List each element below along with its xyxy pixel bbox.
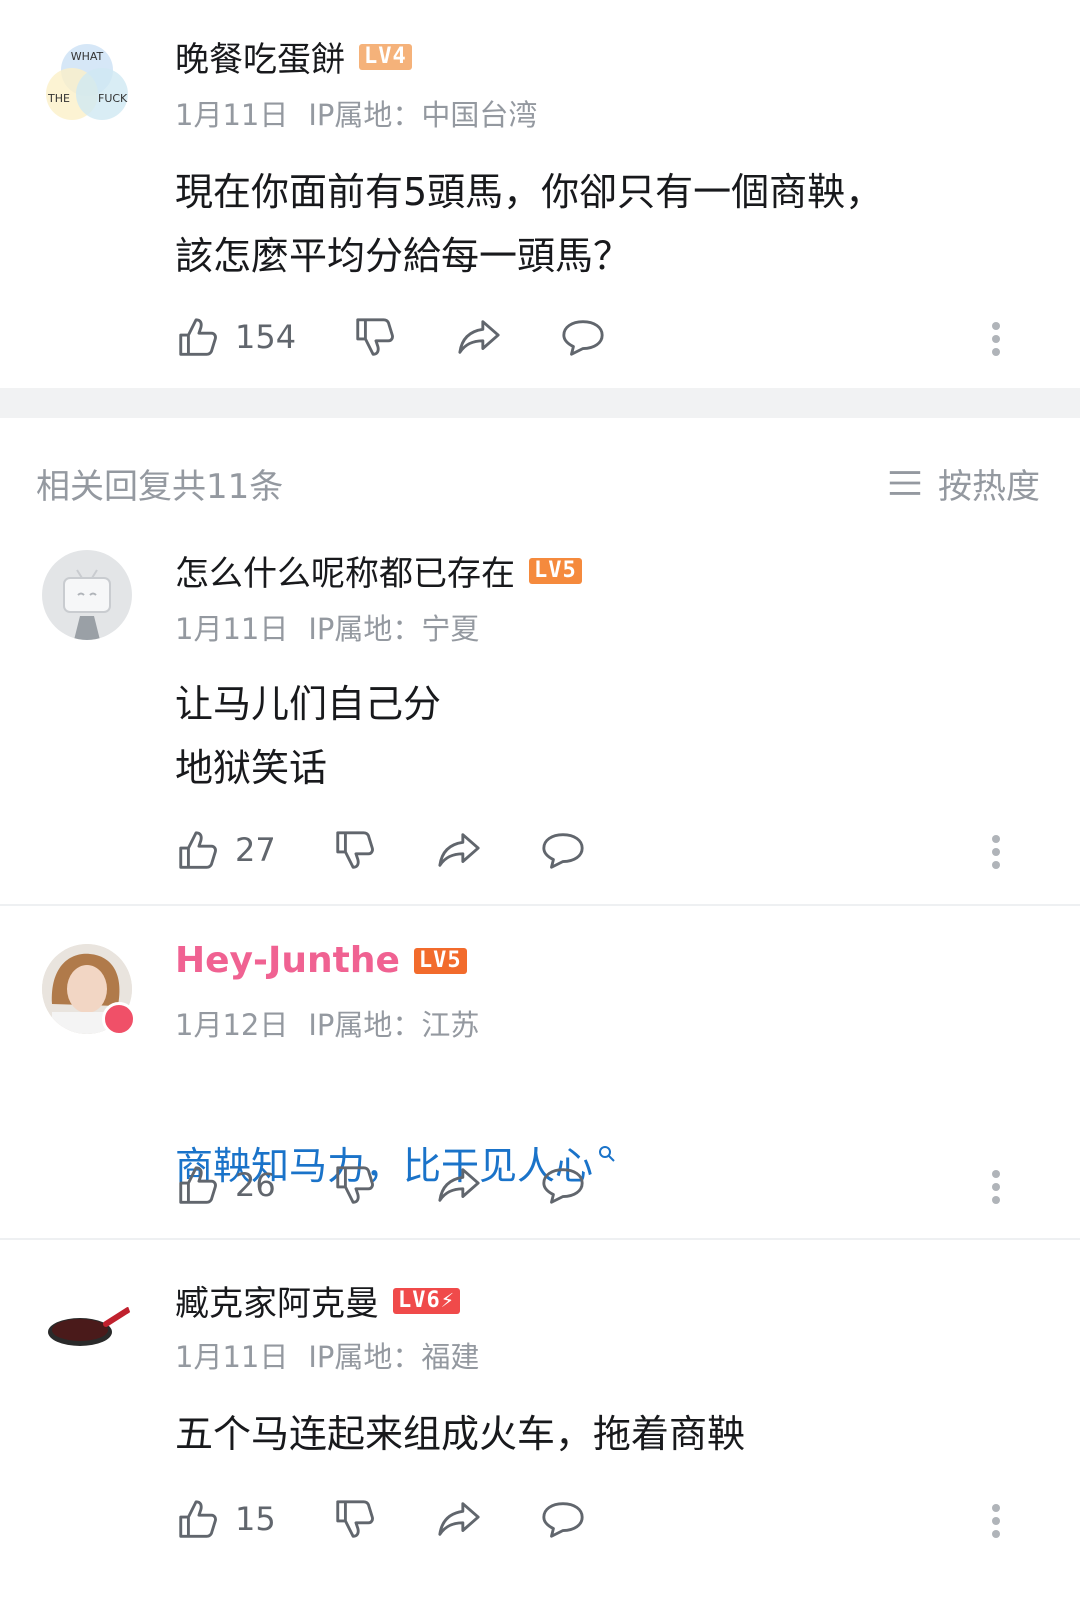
share-icon [458,320,500,354]
comment-content: 让马儿们自己分 地狱笑话 [175,682,442,790]
username-text: 晚餐吃蛋餅 [175,40,345,80]
action-bar: 15 [175,1494,586,1544]
username-text: 怎么什么呢称都已存在 [175,554,515,594]
dislike-icon [336,1500,374,1538]
like-button[interactable]: 26 [175,1162,276,1208]
reply-icon [562,320,604,356]
action-bar: 26 [175,1160,586,1210]
frying-pan-avatar-icon [48,1307,131,1346]
reply-button[interactable] [540,827,586,873]
comment-content: 現在你面前有5頭馬，你卻只有一個商鞅， 該怎麼平均分給每一頭馬？ [175,170,884,278]
more-button[interactable] [992,1499,1002,1543]
level-badge: LV6⚡ [393,1287,460,1314]
more-button[interactable] [992,830,1002,874]
section-divider [0,388,1080,418]
more-icon [992,1504,1000,1512]
like-count: 15 [235,1500,276,1538]
search-icon [599,1146,615,1162]
share-button[interactable] [456,314,502,360]
dislike-button[interactable] [332,827,378,873]
like-button[interactable]: 15 [175,1496,276,1542]
like-icon [179,318,217,356]
avatar[interactable]: WHAT THE FUCK [42,38,132,128]
reply-divider [0,1238,1080,1240]
more-icon [992,322,1000,330]
more-button[interactable] [992,317,1002,361]
more-icon [992,835,1000,843]
sort-icon [889,471,921,495]
level-badge: LV4 [359,43,412,70]
reply-button[interactable] [560,314,606,360]
like-icon [179,831,217,869]
share-icon [438,1168,480,1202]
like-icon [179,1166,217,1204]
more-button[interactable] [992,1165,1002,1209]
dislike-icon [356,318,394,356]
dislike-button[interactable] [332,1496,378,1542]
venn-avatar-icon: WHAT THE FUCK [46,44,128,120]
share-icon [438,1502,480,1536]
action-bar: 154 [175,312,606,362]
like-icon [179,1500,217,1538]
reply-icon [542,1168,584,1204]
action-bar: 27 [175,825,586,875]
reply-icon [542,1502,584,1538]
dislike-icon [336,831,374,869]
share-button[interactable] [436,827,482,873]
avatar[interactable] [42,1280,132,1370]
comment-content: 五个马连起来组成火车，拖着商鞅 [175,1412,746,1456]
username-text: 臧克家阿克曼 [175,1284,379,1324]
like-button[interactable]: 154 [175,314,296,360]
username[interactable]: Hey-Junthe LV5 [175,940,467,981]
comment-date: 1月11日 [175,1340,289,1374]
username-text: Hey-Junthe [175,940,400,981]
level-badge: LV5 [413,947,467,974]
default-tv-avatar-icon [63,569,111,640]
reply-button[interactable] [540,1496,586,1542]
sort-button[interactable]: 按热度 [886,459,1040,508]
like-button[interactable]: 27 [175,827,276,873]
ip-location: IP属地：福建 [308,1340,480,1374]
comment-date: 1月11日 [175,612,289,646]
like-count: 27 [235,831,276,869]
comment-meta: 1月11日 IP属地：宁夏 [175,606,499,648]
like-count: 154 [235,318,297,356]
like-count: 26 [235,1166,276,1204]
comment-date: 1月12日 [175,1008,289,1042]
comment-meta: 1月11日 IP属地：中国台湾 [175,92,557,134]
comment-meta: 1月11日 IP属地：福建 [175,1334,499,1376]
dislike-icon [336,1166,374,1204]
reply-icon [542,833,584,869]
sort-label: 按热度 [938,466,1040,507]
dislike-button[interactable] [352,314,398,360]
more-icon [992,1170,1000,1178]
svg-text:FUCK: FUCK [98,92,128,105]
comment-date: 1月11日 [175,98,289,132]
reply-button[interactable] [540,1162,586,1208]
level-badge: LV5 [529,557,582,584]
avatar[interactable] [42,550,132,640]
username[interactable]: 怎么什么呢称都已存在 LV5 [175,546,582,595]
svg-text:WHAT: WHAT [71,50,104,63]
username[interactable]: 臧克家阿克曼 LV6⚡ [175,1276,460,1325]
username[interactable]: 晚餐吃蛋餅 LV4 [175,32,412,81]
replies-count-title: 相关回复共11条 [36,466,284,507]
bilibili-badge-icon [102,1002,136,1036]
dislike-button[interactable] [332,1162,378,1208]
comment-meta: 1月12日 IP属地：江苏 [175,1002,499,1044]
replies-header: 相关回复共11条 按热度 [36,458,1040,508]
ip-location: IP属地：宁夏 [308,612,480,646]
share-button[interactable] [436,1162,482,1208]
svg-text:THE: THE [47,92,70,105]
share-icon [438,833,480,867]
reply-divider [0,904,1080,906]
share-button[interactable] [436,1496,482,1542]
avatar[interactable] [42,944,136,1036]
ip-location: IP属地：中国台湾 [308,98,538,132]
ip-location: IP属地：江苏 [308,1008,480,1042]
